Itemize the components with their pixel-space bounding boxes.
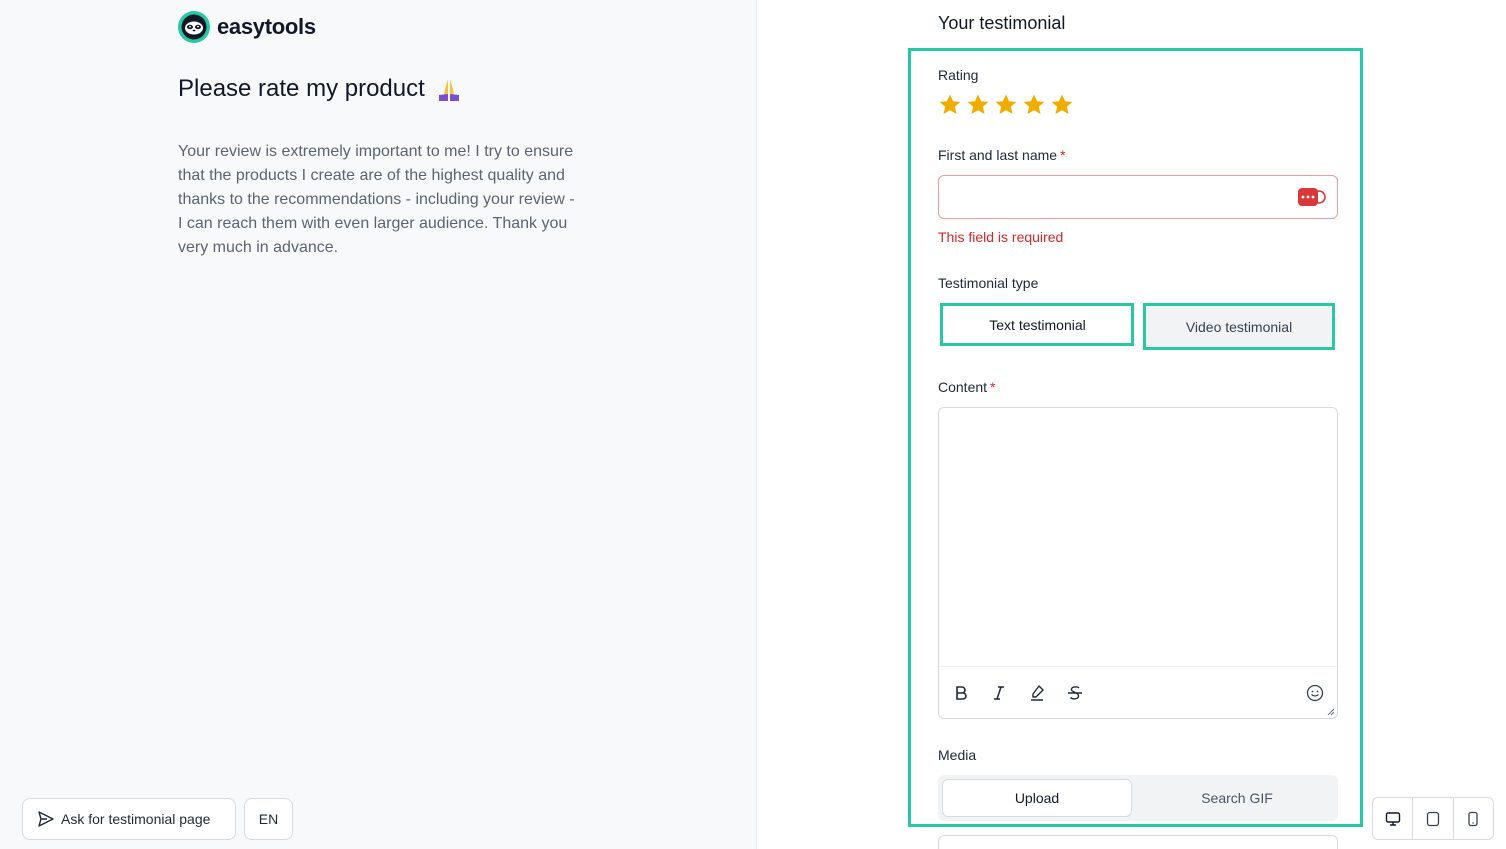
name-input[interactable] — [938, 175, 1338, 219]
content-label-text: Content — [938, 379, 988, 395]
bold-button[interactable] — [951, 683, 971, 703]
italic-button[interactable] — [989, 683, 1009, 703]
page-title-text: Please rate my product — [178, 75, 425, 102]
intro-pane: easytools Please rate my product Your re… — [0, 0, 757, 849]
password-manager-icon[interactable] — [1297, 187, 1327, 207]
ask-for-testimonial-label: Ask for testimonial page — [61, 811, 211, 827]
brand-name: easytools — [217, 14, 316, 39]
form-title: Your testimonial — [938, 13, 1066, 33]
required-mark: * — [990, 379, 996, 395]
text-testimonial-option[interactable]: Text testimonial — [943, 306, 1132, 344]
required-mark: * — [1060, 147, 1066, 163]
name-label-text: First and last name — [938, 147, 1058, 163]
star-rating[interactable] — [938, 93, 1074, 117]
resize-handle-icon[interactable] — [1327, 708, 1335, 716]
star-icon[interactable] — [994, 93, 1018, 117]
ask-for-testimonial-button[interactable]: Ask for testimonial page — [22, 798, 236, 840]
name-error-message: This field is required — [938, 229, 1064, 245]
bold-icon — [956, 685, 967, 700]
mobile-icon — [1468, 811, 1478, 826]
language-button[interactable]: EN — [244, 798, 293, 840]
page-title: Please rate my product — [178, 75, 463, 103]
media-tabs: Upload Search GIF — [938, 775, 1338, 821]
content-editor[interactable] — [938, 407, 1338, 719]
strikethrough-button[interactable] — [1065, 683, 1085, 703]
folded-hands-icon — [438, 79, 459, 101]
emoji-icon[interactable] — [1305, 683, 1325, 703]
name-label: First and last name * — [938, 147, 1066, 163]
star-icon[interactable] — [1022, 93, 1046, 117]
tab-upload[interactable]: Upload — [942, 779, 1132, 817]
tablet-view-button[interactable] — [1413, 798, 1454, 839]
sloth-logo-icon — [178, 11, 210, 43]
intro-description: Your review is extremely important to me… — [178, 143, 575, 256]
editor-toolbar — [939, 666, 1337, 718]
video-testimonial-option[interactable]: Video testimonial — [1146, 306, 1332, 347]
star-icon[interactable] — [966, 93, 990, 117]
star-icon[interactable] — [938, 93, 962, 117]
star-icon[interactable] — [1050, 93, 1074, 117]
desktop-view-button[interactable] — [1373, 798, 1414, 839]
media-label: Media — [938, 747, 977, 763]
tablet-icon — [1426, 811, 1440, 826]
desktop-icon — [1385, 811, 1400, 826]
mobile-view-button[interactable] — [1454, 798, 1493, 839]
send-icon — [38, 811, 54, 827]
rating-label: Rating — [938, 67, 979, 83]
tab-search-gif[interactable]: Search GIF — [1142, 779, 1332, 817]
strikethrough-icon — [1068, 685, 1082, 700]
italic-icon — [994, 685, 1004, 700]
testimonial-type-label: Testimonial type — [938, 275, 1039, 291]
brand-logo: easytools — [178, 11, 316, 43]
device-view-switcher — [1372, 797, 1494, 840]
content-label: Content * — [938, 379, 996, 395]
marker-icon — [1031, 684, 1044, 701]
media-dropzone[interactable] — [938, 835, 1338, 849]
highlight-button[interactable] — [1027, 683, 1047, 703]
